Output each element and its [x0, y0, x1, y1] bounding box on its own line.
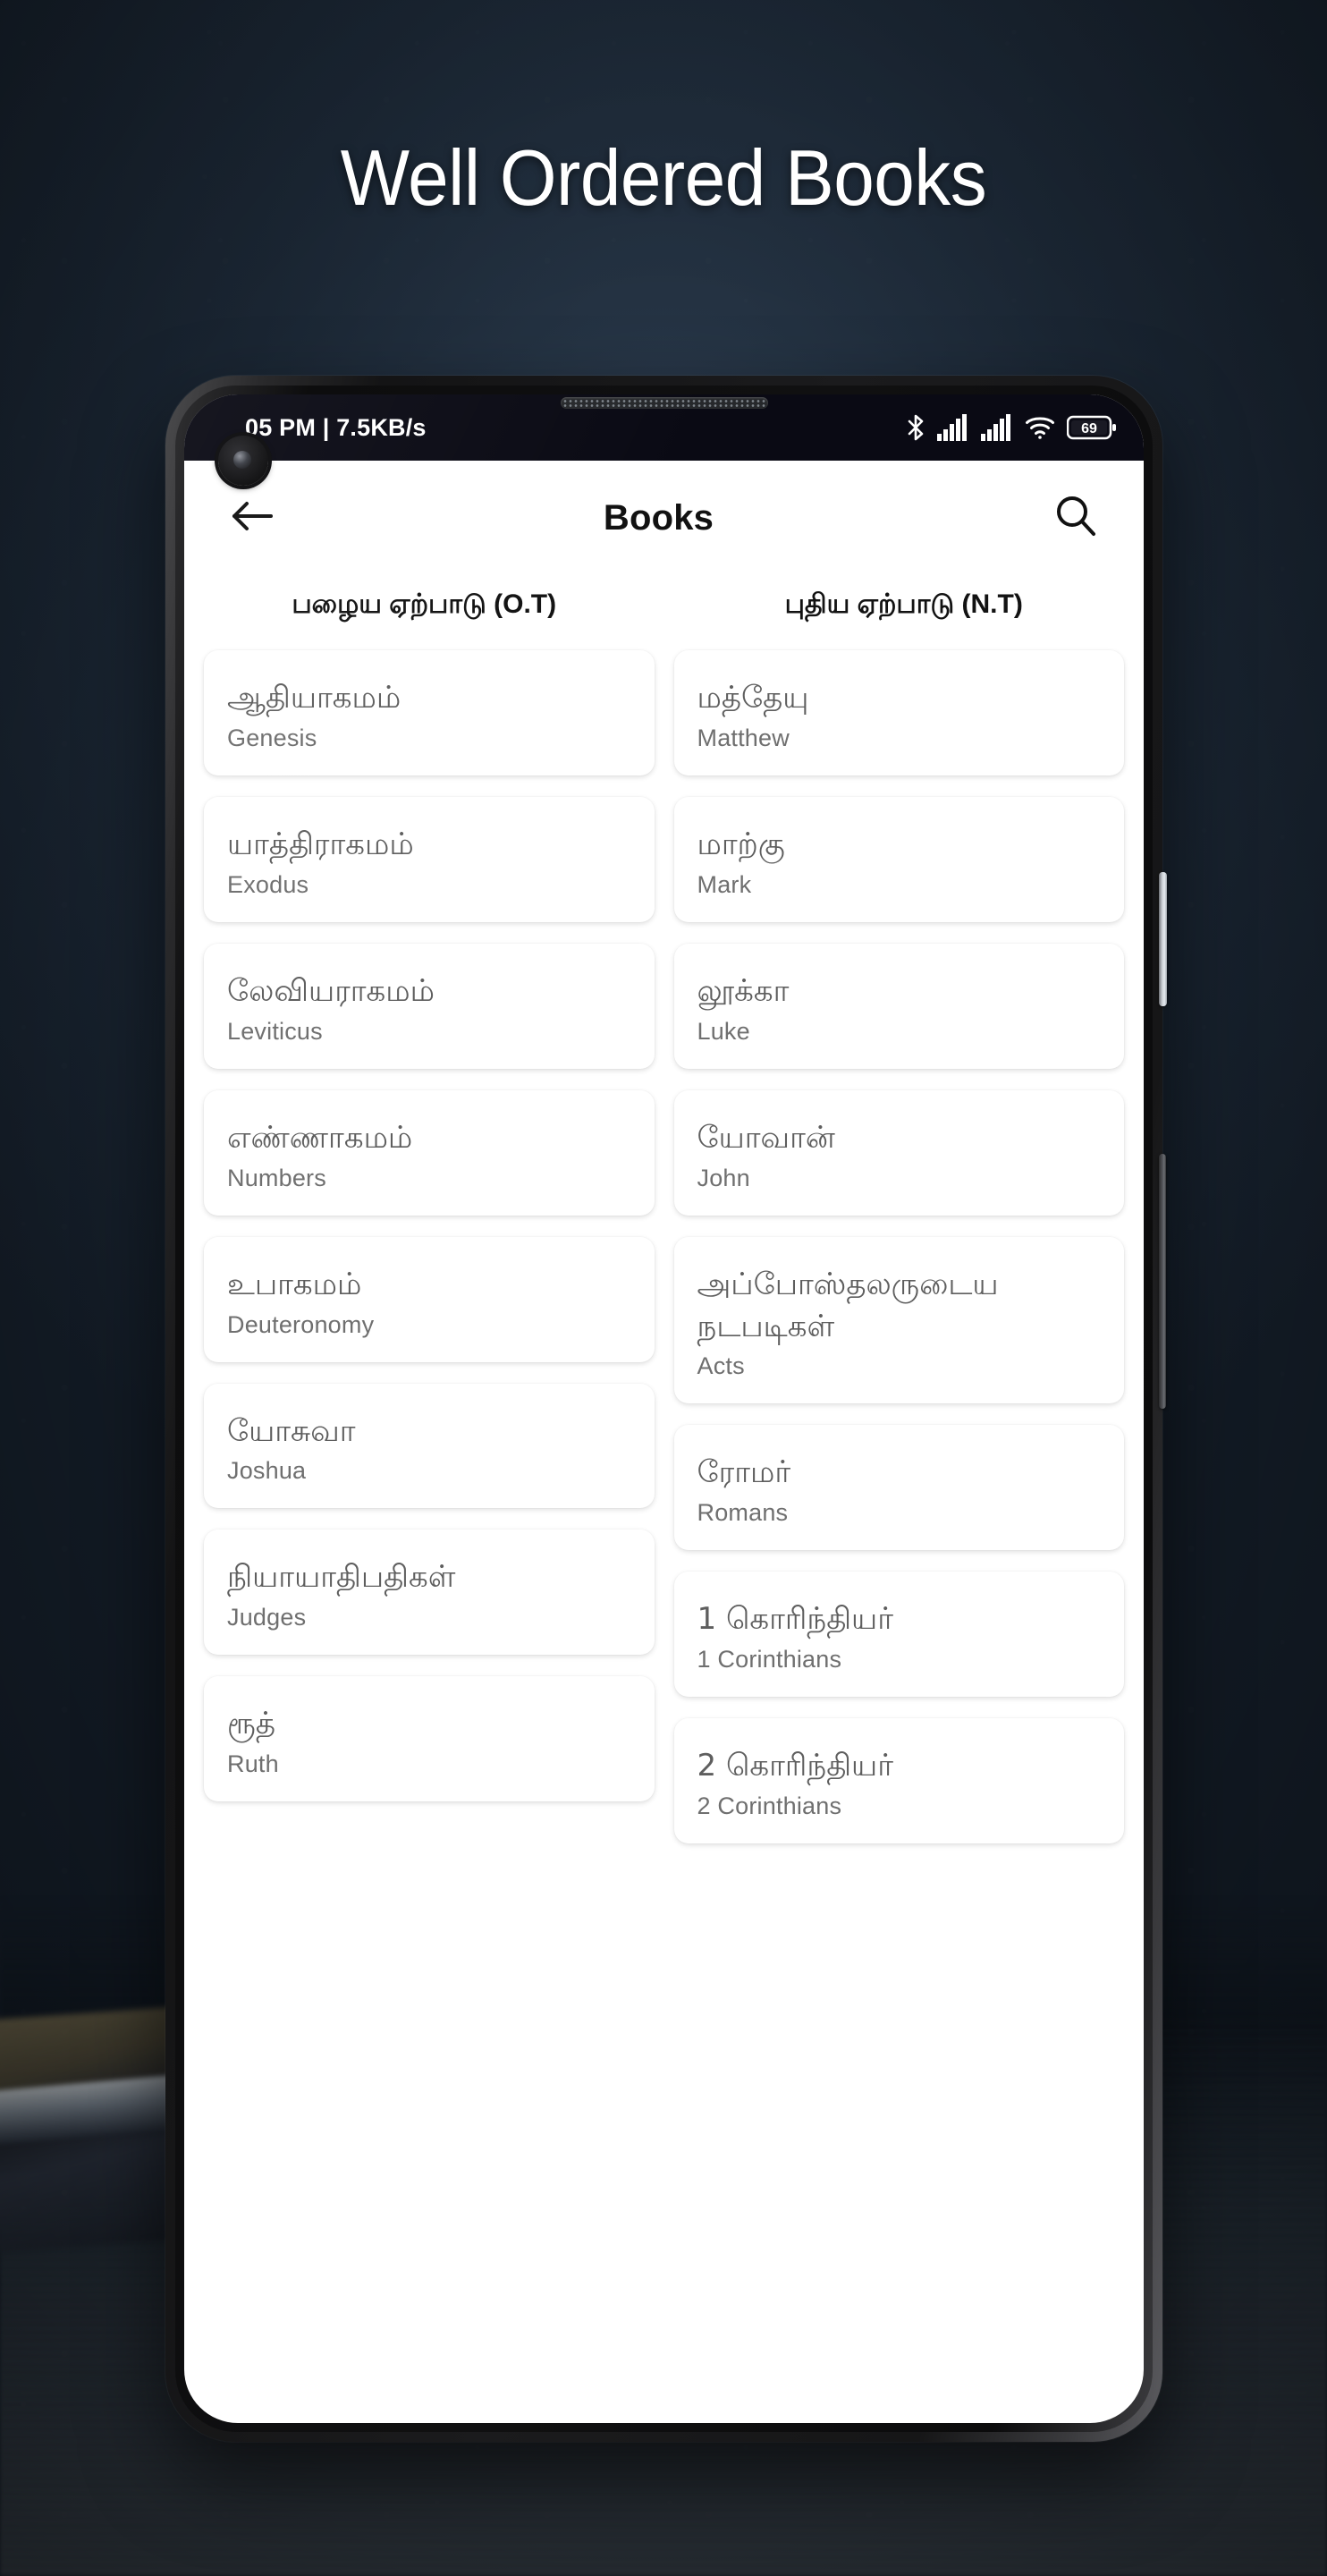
book-name-tamil: யோசுவா	[227, 1412, 356, 1449]
bluetooth-icon	[906, 413, 926, 442]
phone-mockup: 05 PM | 7.5KB/s 69 Books பழைய ஏற்பாடு (O…	[165, 376, 1167, 2442]
book-name-tamil: லேவியராகமம்	[227, 972, 435, 1009]
front-camera-punchhole	[218, 436, 268, 486]
book-name-english: Deuteronomy	[227, 1310, 375, 1338]
book-name-tamil: ஆதியாகமம்	[227, 680, 401, 716]
page-title: Books	[603, 497, 714, 538]
status-bar-icons: 69	[906, 413, 1117, 442]
book-name-tamil: ரோமர்	[697, 1454, 791, 1491]
book-name-tamil: எண்ணாகமம்	[227, 1119, 413, 1156]
books-scroll-area[interactable]: ஆதியாகமம் Genesis யாத்திராகமம் Exodus லேவியர…	[184, 650, 1144, 1897]
search-button[interactable]	[1044, 486, 1108, 550]
promo-headline: Well Ordered Books	[340, 133, 987, 222]
book-name-tamil: ரூத்	[227, 1706, 276, 1742]
book-name-tamil: மாற்கு	[697, 826, 785, 862]
signal-bars-sim1-icon	[937, 414, 969, 441]
phone-bezel: 05 PM | 7.5KB/s 69 Books பழைய ஏற்பாடு (O…	[175, 386, 1153, 2432]
book-name-english: Acts	[697, 1352, 745, 1380]
book-name-english: Matthew	[697, 724, 790, 751]
book-name-english: Numbers	[227, 1164, 326, 1191]
signal-bars-sim2-icon	[981, 414, 1013, 441]
tab-old-testament[interactable]: பழைய ஏற்பாடு (O.T)	[184, 589, 664, 623]
book-name-tamil: 1 கொரிந்தியர்	[697, 1601, 893, 1638]
book-card[interactable]: ஆதியாகமம் Genesis	[204, 650, 655, 775]
book-name-tamil: நியாயாதிபதிகள்	[227, 1559, 456, 1596]
search-icon	[1053, 494, 1098, 543]
book-name-tamil: லூக்கா	[697, 972, 790, 1009]
book-card[interactable]: 1 கொரிந்தியர் 1 Corinthians	[673, 1572, 1124, 1698]
promo-screenshot: Well Ordered Books 05 PM | 7.5KB/s 69 Bo…	[0, 0, 1327, 2576]
book-name-english: Exodus	[227, 870, 309, 898]
book-card[interactable]: உபாகமம் Deuteronomy	[204, 1236, 655, 1362]
book-name-tamil: உபாகமம்	[227, 1266, 362, 1302]
book-card[interactable]: லேவியராகமம் Leviticus	[204, 943, 655, 1069]
book-name-tamil: யோவான்	[697, 1119, 835, 1156]
book-name-english: Mark	[697, 870, 752, 898]
book-card[interactable]: மத்தேயு Matthew	[673, 650, 1124, 775]
new-testament-column: மத்தேயு Matthew மாற்கு Mark லூக்கா Luke யோவான்…	[673, 650, 1124, 1844]
book-name-english: Leviticus	[227, 1017, 323, 1045]
earpiece-speaker-icon	[560, 397, 768, 409]
book-card[interactable]: 2 கொரிந்தியர் 2 Corinthians	[673, 1718, 1124, 1844]
app-screen: 05 PM | 7.5KB/s 69 Books பழைய ஏற்பாடு (O…	[184, 394, 1144, 2423]
tab-new-testament[interactable]: புதிய ஏற்பாடு (N.T)	[664, 589, 1145, 623]
app-bar: Books	[184, 461, 1144, 575]
book-name-english: Romans	[697, 1499, 789, 1527]
books-columns: ஆதியாகமம் Genesis யாத்திராகமம் Exodus லேவியர…	[184, 650, 1144, 1844]
status-bar-clock-and-network: 05 PM | 7.5KB/s	[245, 413, 427, 441]
book-card[interactable]: யோவான் John	[673, 1089, 1124, 1216]
volume-button[interactable]	[1159, 1154, 1166, 1409]
back-arrow-icon	[230, 498, 275, 538]
book-name-tamil: யாத்திராகமம்	[227, 826, 414, 862]
book-name-english: Luke	[697, 1017, 750, 1045]
book-name-tamil: 2 கொரிந்தியர்	[697, 1748, 893, 1784]
book-name-english: Genesis	[227, 724, 317, 751]
book-card[interactable]: லூக்கா Luke	[673, 943, 1124, 1069]
book-name-english: Ruth	[227, 1750, 279, 1778]
battery-level-text: 69	[1081, 421, 1097, 436]
book-card[interactable]: யோசுவா Joshua	[204, 1383, 655, 1509]
book-card[interactable]: எண்ணாகமம் Numbers	[204, 1089, 655, 1216]
book-name-tamil: மத்தேயு	[697, 680, 809, 716]
book-card[interactable]: அப்போஸ்தலருடைய நடபடிகள் Acts	[673, 1236, 1124, 1404]
phone-screen-bed: 05 PM | 7.5KB/s 69 Books பழைய ஏற்பாடு (O…	[184, 394, 1144, 2423]
battery-icon: 69	[1067, 414, 1117, 441]
testament-tabs: பழைய ஏற்பாடு (O.T) புதிய ஏற்பாடு (N.T)	[184, 575, 1144, 650]
power-button[interactable]	[1159, 872, 1167, 1006]
book-card[interactable]: ரூத் Ruth	[204, 1676, 655, 1802]
book-name-english: 1 Corinthians	[697, 1646, 842, 1674]
book-name-tamil: அப்போஸ்தலருடைய நடபடிகள்	[697, 1266, 999, 1344]
book-card[interactable]: ரோமர் Romans	[673, 1425, 1124, 1551]
book-card[interactable]: மாற்கு Mark	[673, 796, 1124, 922]
old-testament-column: ஆதியாகமம் Genesis யாத்திராகமம் Exodus லேவியர…	[204, 650, 655, 1802]
book-name-english: Joshua	[227, 1457, 307, 1485]
book-name-english: Judges	[227, 1604, 307, 1631]
book-name-english: 2 Corinthians	[697, 1792, 842, 1820]
book-name-english: John	[697, 1164, 750, 1191]
book-card[interactable]: நியாயாதிபதிகள் Judges	[204, 1530, 655, 1656]
back-button[interactable]	[220, 486, 284, 550]
book-card[interactable]: யாத்திராகமம் Exodus	[204, 796, 655, 922]
wifi-icon	[1025, 415, 1055, 440]
